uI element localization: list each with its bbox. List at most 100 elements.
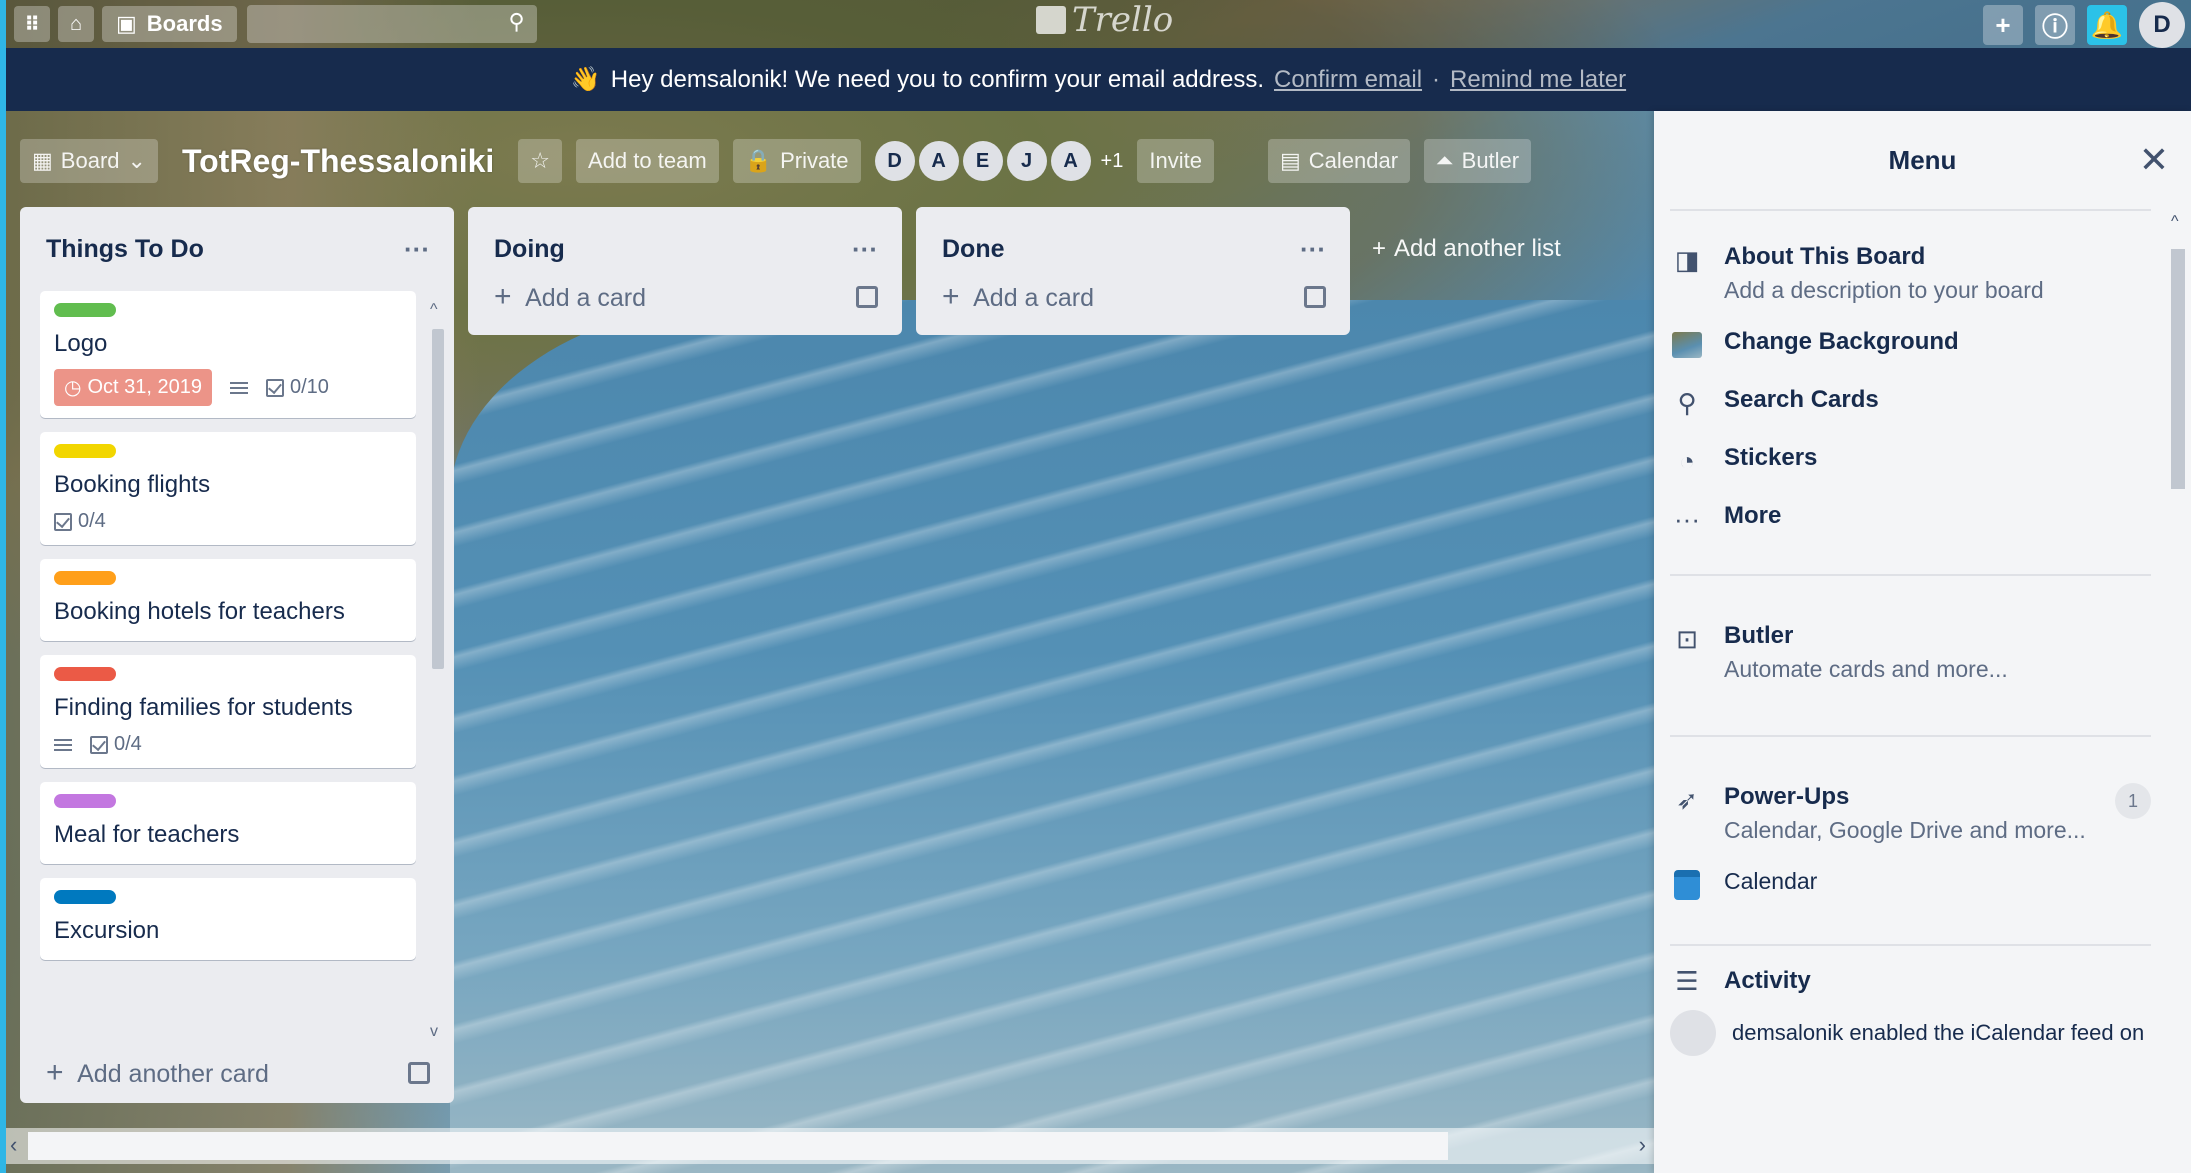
member-avatar[interactable]: D <box>874 141 915 181</box>
card-title: Booking flights <box>54 471 211 498</box>
visibility-button[interactable]: 🔒 Private <box>732 139 861 183</box>
menu-item-about-board[interactable]: ◨ About This Board Add a description to … <box>1670 231 2151 316</box>
trello-logo[interactable]: Trello <box>1036 0 1173 40</box>
board-title[interactable]: TotReg-Thessaloniki <box>172 143 504 180</box>
member-avatar[interactable]: A <box>1050 141 1091 181</box>
calendar-icon <box>1670 868 1704 902</box>
boards-button[interactable]: ▣ Boards <box>102 6 237 42</box>
menu-item-change-background[interactable]: Change Background <box>1670 316 2151 374</box>
card-label-blue[interactable] <box>54 890 116 904</box>
more-members-count[interactable]: +1 <box>1101 150 1124 173</box>
butler-button[interactable]: ⏶ Butler <box>1424 139 1532 183</box>
butler-button-label: Butler <box>1461 148 1520 173</box>
card-label-purple[interactable] <box>54 794 116 808</box>
scrollbar-thumb[interactable] <box>432 329 444 669</box>
card-badges: 0/4 <box>54 510 402 533</box>
checklist-icon <box>265 378 284 397</box>
menu-item-search-cards[interactable]: ⚲ Search Cards <box>1670 374 2151 432</box>
list-header[interactable]: Things To Do ··· <box>20 207 454 291</box>
info-icon: ⓘ <box>2042 11 2069 42</box>
checklist-icon <box>90 735 108 754</box>
checklist-count: 0/10 <box>289 376 329 398</box>
list-menu-icon[interactable]: ··· <box>404 234 430 265</box>
scroll-left-icon[interactable]: ‹ <box>10 1132 17 1158</box>
card-template-icon[interactable] <box>856 286 878 308</box>
plus-icon: + <box>1372 235 1387 262</box>
list-menu-icon[interactable]: ··· <box>1300 234 1326 265</box>
calendar-powerup-button[interactable]: ▤ Calendar <box>1267 139 1411 183</box>
scrollbar-thumb[interactable] <box>28 1132 1448 1160</box>
notifications-button[interactable]: 🔔 <box>2087 5 2127 45</box>
apps-button[interactable]: ⠿ <box>14 6 50 42</box>
scroll-up-icon[interactable]: ^ <box>430 301 438 319</box>
menu-item-butler[interactable]: ⊡ Butler Automate cards and more... <box>1670 610 2151 695</box>
add-a-card-button[interactable]: + Add a card <box>468 267 902 327</box>
menu-scrollbar[interactable]: ^ <box>2167 209 2189 1173</box>
menu-item-title: Calendar <box>1724 868 1818 894</box>
scroll-right-icon[interactable]: › <box>1639 1132 1646 1158</box>
card[interactable]: Booking hotels for teachers <box>40 559 416 641</box>
info-button[interactable]: ⓘ <box>2035 5 2075 45</box>
list-scrollbar[interactable]: ^ v <box>428 301 448 1041</box>
card-label-orange[interactable] <box>54 571 116 585</box>
scroll-up-icon[interactable]: ^ <box>2171 213 2179 231</box>
invite-button[interactable]: Invite <box>1137 139 1214 183</box>
board-view-switcher[interactable]: ▦ Board ⌄ <box>20 139 158 183</box>
checklist-count: 0/4 <box>78 510 106 532</box>
activity-entry[interactable]: demsalonik enabled the iCalendar feed on <box>1670 1004 2151 1056</box>
add-another-list-button[interactable]: + Add another list <box>1372 207 1612 291</box>
scroll-down-icon[interactable]: v <box>430 1023 438 1041</box>
card-label-yellow[interactable] <box>54 444 116 458</box>
card[interactable]: Booking flights 0/4 <box>40 432 416 545</box>
card[interactable]: Logo ◷ Oct 31, 2019 0/10 <box>40 291 416 418</box>
menu-item-stickers[interactable]: ◔ Stickers <box>1670 432 2151 490</box>
close-icon[interactable]: ✕ <box>2139 139 2169 181</box>
board-horizontal-scrollbar[interactable]: ‹ › <box>6 1128 1654 1164</box>
checklist-count: 0/4 <box>114 733 142 755</box>
card-template-icon[interactable] <box>408 1062 430 1084</box>
menu-item-calendar[interactable]: Calendar <box>1670 856 2151 914</box>
card-label-green[interactable] <box>54 303 116 317</box>
menu-item-title: Power-Ups <box>1724 783 1850 810</box>
list-title[interactable]: Things To Do <box>46 235 204 264</box>
activity-header[interactable]: ☰ Activity <box>1670 946 2151 1004</box>
list-cards: Logo ◷ Oct 31, 2019 0/10 Booking flights <box>20 291 454 1043</box>
add-to-team-button[interactable]: Add to team <box>576 139 719 183</box>
menu-item-title: Search Cards <box>1724 386 1879 413</box>
card-title: Meal for teachers <box>54 821 240 848</box>
home-button[interactable]: ⌂ <box>58 6 94 42</box>
list-title[interactable]: Doing <box>494 235 565 264</box>
member-avatar[interactable]: J <box>1006 141 1047 181</box>
star-button[interactable]: ☆ <box>518 139 563 183</box>
remind-me-later-link[interactable]: Remind me later <box>1450 66 1626 94</box>
member-avatar[interactable]: E <box>962 141 1003 181</box>
list-menu-icon[interactable]: ··· <box>852 234 878 265</box>
activity-title: Activity <box>1724 967 1811 994</box>
checklist-icon <box>54 512 72 531</box>
butler-icon: ⊡ <box>1676 623 1698 654</box>
plus-icon: + <box>46 1056 64 1089</box>
menu-item-subtitle: Calendar, Google Drive and more... <box>1724 817 2086 843</box>
scrollbar-thumb[interactable] <box>2171 249 2185 489</box>
add-a-card-button[interactable]: + Add a card <box>916 267 1350 327</box>
add-another-card-button[interactable]: + Add another card <box>20 1043 454 1103</box>
sticker-icon: ◔ <box>1679 445 1695 476</box>
confirm-email-link[interactable]: Confirm email <box>1274 66 1422 94</box>
list-title[interactable]: Done <box>942 235 1005 264</box>
card-template-icon[interactable] <box>1304 286 1326 308</box>
card[interactable]: Meal for teachers <box>40 782 416 864</box>
card[interactable]: Finding families for students 0/4 <box>40 655 416 768</box>
star-icon: ☆ <box>530 148 551 173</box>
due-date-badge[interactable]: ◷ Oct 31, 2019 <box>54 369 212 406</box>
create-button[interactable]: + <box>1983 5 2023 45</box>
search-input[interactable]: ⚲ <box>246 5 537 43</box>
card[interactable]: Excursion <box>40 878 416 960</box>
member-avatar[interactable]: A <box>918 141 959 181</box>
user-avatar[interactable]: D <box>2139 2 2185 48</box>
board-view-label: Board <box>60 148 120 173</box>
avatar[interactable] <box>1670 1010 1716 1056</box>
card-label-red[interactable] <box>54 667 116 681</box>
menu-item-power-ups[interactable]: ➶ Power-Ups Calendar, Google Drive and m… <box>1670 771 2151 856</box>
list-done: Done ··· + Add a card <box>916 207 1350 335</box>
menu-item-more[interactable]: ··· More <box>1670 490 2151 548</box>
